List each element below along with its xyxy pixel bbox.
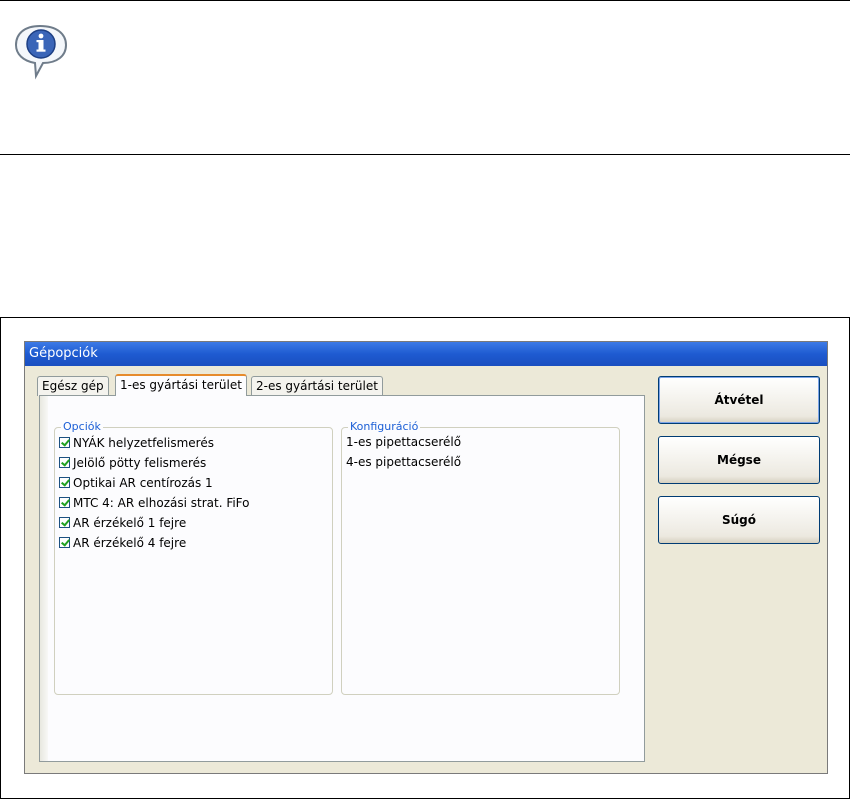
tab-production-area-2[interactable]: 2-es gyártási terület bbox=[251, 376, 383, 396]
help-button-label: Súgó bbox=[721, 513, 757, 527]
tab-label: Egész gép bbox=[42, 379, 104, 393]
screenshot-frame: Gépopciók Egész gép 1-es gyártási terüle… bbox=[0, 317, 850, 799]
panel-shading bbox=[40, 396, 48, 761]
config-item: 4-es pipettacserélő bbox=[346, 455, 462, 469]
option-label: AR érzékelő 1 fejre bbox=[73, 516, 187, 530]
tab-label: 1-es gyártási terület bbox=[120, 378, 242, 392]
option-label: MTC 4: AR elhozási strat. FiFo bbox=[73, 496, 250, 510]
checkbox-checked-icon[interactable] bbox=[59, 497, 70, 508]
config-item: 1-es pipettacserélő bbox=[346, 435, 462, 449]
configuration-groupbox: Konfiguráció 1-es pipettacserélő 4-es pi… bbox=[341, 420, 620, 695]
note-bottom-rule bbox=[0, 154, 850, 155]
accept-button[interactable]: Átvétel bbox=[658, 376, 820, 424]
option-pcb-position-recognition[interactable]: NYÁK helyzetfelismerés bbox=[59, 434, 214, 452]
tab-whole-machine[interactable]: Egész gép bbox=[37, 376, 109, 396]
option-mtc4-fifo[interactable]: MTC 4: AR elhozási strat. FiFo bbox=[59, 494, 250, 512]
option-fiducial-dot-recognition[interactable]: Jelölő pötty felismerés bbox=[59, 454, 206, 472]
top-rule bbox=[0, 0, 850, 1]
option-label: Jelölő pötty felismerés bbox=[73, 456, 207, 470]
option-label: NYÁK helyzetfelismerés bbox=[73, 436, 214, 450]
checkbox-checked-icon[interactable] bbox=[59, 437, 70, 448]
option-ar-sensor-1-head[interactable]: AR érzékelő 1 fejre bbox=[59, 514, 186, 532]
tab-production-area-1[interactable]: 1-es gyártási terület bbox=[115, 374, 247, 396]
cancel-button-label: Mégse bbox=[717, 453, 761, 467]
accept-button-label: Átvétel bbox=[714, 393, 764, 407]
machine-options-dialog: Gépopciók Egész gép 1-es gyártási terüle… bbox=[24, 341, 828, 774]
tab-label: 2-es gyártási terület bbox=[256, 379, 378, 393]
dialog-title-bar[interactable]: Gépopciók bbox=[25, 342, 827, 366]
options-legend: Opciók bbox=[61, 420, 103, 434]
tab-panel: Opciók NYÁK helyzetfelismerés Jelölő pöt… bbox=[39, 395, 645, 762]
option-optical-centering[interactable]: Optikai AR centírozás 1 bbox=[59, 474, 213, 492]
help-button[interactable]: Súgó bbox=[658, 496, 820, 544]
cancel-button[interactable]: Mégse bbox=[658, 436, 820, 484]
checkbox-checked-icon[interactable] bbox=[59, 457, 70, 468]
options-groupbox: Opciók NYÁK helyzetfelismerés Jelölő pöt… bbox=[54, 420, 333, 695]
option-ar-sensor-4-head[interactable]: AR érzékelő 4 fejre bbox=[59, 534, 186, 552]
info-icon bbox=[14, 24, 68, 80]
configuration-legend: Konfiguráció bbox=[348, 420, 421, 434]
checkbox-checked-icon[interactable] bbox=[59, 517, 70, 528]
checkbox-checked-icon[interactable] bbox=[59, 537, 70, 548]
checkbox-checked-icon[interactable] bbox=[59, 477, 70, 488]
dialog-title: Gépopciók bbox=[29, 346, 98, 361]
option-label: AR érzékelő 4 fejre bbox=[73, 536, 187, 550]
option-label: Optikai AR centírozás 1 bbox=[73, 476, 213, 490]
